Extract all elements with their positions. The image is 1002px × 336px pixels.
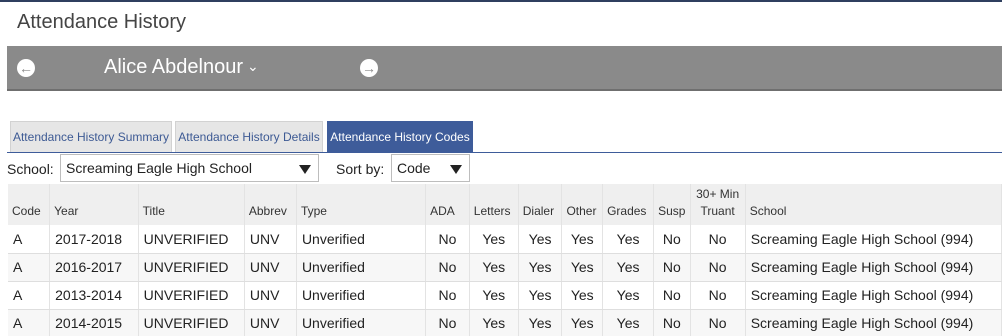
cell-grades: Yes xyxy=(602,281,655,310)
cell-abbrev: UNV xyxy=(244,309,297,336)
cell-title: UNVERIFIED xyxy=(138,253,245,282)
cell-truant: No xyxy=(690,225,746,254)
cell-truant: No xyxy=(690,253,746,282)
cell-code: A xyxy=(8,253,51,282)
table-body: A 2017-2018 UNVERIFIED UNV Unverified No Yes Ye… xyxy=(8,225,1002,336)
col-header-other[interactable]: Other xyxy=(561,184,604,225)
col-header-truant[interactable]: 30+ Min Truant xyxy=(690,184,746,225)
cell-dialer: Yes xyxy=(518,309,563,336)
col-header-abbrev[interactable]: Abbrev xyxy=(244,184,297,225)
cell-code: A xyxy=(8,309,51,336)
cell-susp: No xyxy=(653,281,691,310)
cell-year: 2014-2015 xyxy=(49,309,139,336)
cell-abbrev: UNV xyxy=(244,281,297,310)
sort-label: Sort by: xyxy=(336,161,385,177)
cell-susp: No xyxy=(653,225,691,254)
cell-school: Screaming Eagle High School (994) xyxy=(745,253,1002,282)
cell-grades: Yes xyxy=(602,309,655,336)
cell-dialer: Yes xyxy=(518,281,563,310)
col-header-ada[interactable]: ADA xyxy=(425,184,470,225)
tab-attendance-history-details[interactable]: Attendance History Details xyxy=(175,121,323,152)
cell-other: Yes xyxy=(561,281,604,310)
chevron-down-icon: ⌄ xyxy=(246,58,259,74)
truant-header-line2: Truant xyxy=(700,204,735,218)
col-header-year[interactable]: Year xyxy=(49,184,139,225)
cell-school: Screaming Eagle High School (994) xyxy=(745,281,1002,310)
school-select[interactable]: Screaming Eagle High School xyxy=(60,154,319,182)
cell-ada: No xyxy=(425,253,470,282)
table-row[interactable]: A 2013-2014 UNVERIFIED UNV Unverified No Yes Ye… xyxy=(8,281,1002,310)
table-row[interactable]: A 2014-2015 UNVERIFIED UNV Unverified No Yes Ye… xyxy=(8,309,1002,336)
cell-ada: No xyxy=(425,225,470,254)
student-name: Alice Abdelnour xyxy=(104,56,243,78)
caret-down-icon xyxy=(299,165,311,174)
tab-attendance-history-codes[interactable]: Attendance History Codes xyxy=(327,121,473,152)
sort-select[interactable]: Code xyxy=(391,154,470,182)
col-header-school[interactable]: School xyxy=(745,184,1002,225)
cell-year: 2017-2018 xyxy=(49,225,139,254)
cell-ada: No xyxy=(425,309,470,336)
table-header-row: Code Year Title Abbrev Type ADA Letters … xyxy=(8,184,1002,225)
arrow-left-circle-icon[interactable]: ← xyxy=(17,59,35,77)
school-select-value: Screaming Eagle High School xyxy=(66,160,252,176)
caret-down-icon xyxy=(450,165,462,174)
cell-type: Unverified xyxy=(296,253,427,282)
cell-year: 2013-2014 xyxy=(49,281,139,310)
table-row[interactable]: A 2017-2018 UNVERIFIED UNV Unverified No Yes Ye… xyxy=(8,225,1002,254)
cell-grades: Yes xyxy=(602,253,655,282)
col-header-code[interactable]: Code xyxy=(8,184,51,225)
student-selector[interactable]: Alice Abdelnour ⌄ xyxy=(104,56,259,79)
col-header-type[interactable]: Type xyxy=(296,184,427,225)
truant-header-line1: 30+ Min xyxy=(696,187,740,201)
student-bar: ← Alice Abdelnour ⌄ → xyxy=(7,46,1002,91)
cell-ada: No xyxy=(425,281,470,310)
cell-abbrev: UNV xyxy=(244,225,297,254)
cell-title: UNVERIFIED xyxy=(138,309,245,336)
cell-type: Unverified xyxy=(296,281,427,310)
cell-abbrev: UNV xyxy=(244,253,297,282)
cell-grades: Yes xyxy=(602,225,655,254)
cell-susp: No xyxy=(653,253,691,282)
cell-other: Yes xyxy=(561,309,604,336)
cell-letters: Yes xyxy=(469,281,519,310)
cell-truant: No xyxy=(690,281,746,310)
col-header-letters[interactable]: Letters xyxy=(469,184,519,225)
cell-title: UNVERIFIED xyxy=(138,281,245,310)
cell-type: Unverified xyxy=(296,225,427,254)
cell-dialer: Yes xyxy=(518,225,563,254)
col-header-grades[interactable]: Grades xyxy=(602,184,655,225)
top-rule xyxy=(0,0,1002,2)
cell-code: A xyxy=(8,225,51,254)
cell-susp: No xyxy=(653,309,691,336)
school-label: School: xyxy=(7,161,54,177)
cell-school: Screaming Eagle High School (994) xyxy=(745,225,1002,254)
cell-letters: Yes xyxy=(469,225,519,254)
page-title: Attendance History xyxy=(17,11,186,33)
col-header-title[interactable]: Title xyxy=(138,184,245,225)
cell-school: Screaming Eagle High School (994) xyxy=(745,309,1002,336)
cell-dialer: Yes xyxy=(518,253,563,282)
cell-type: Unverified xyxy=(296,309,427,336)
filter-row: School: Screaming Eagle High School Sort… xyxy=(7,154,997,182)
cell-title: UNVERIFIED xyxy=(138,225,245,254)
cell-truant: No xyxy=(690,309,746,336)
table-row[interactable]: A 2016-2017 UNVERIFIED UNV Unverified No Yes Ye… xyxy=(8,253,1002,282)
cell-year: 2016-2017 xyxy=(49,253,139,282)
cell-letters: Yes xyxy=(469,309,519,336)
col-header-dialer[interactable]: Dialer xyxy=(518,184,563,225)
tab-attendance-history-summary[interactable]: Attendance History Summary xyxy=(10,121,172,152)
cell-other: Yes xyxy=(561,225,604,254)
cell-other: Yes xyxy=(561,253,604,282)
cell-letters: Yes xyxy=(469,253,519,282)
tab-underline xyxy=(7,152,1002,153)
col-header-susp[interactable]: Susp xyxy=(653,184,691,225)
cell-code: A xyxy=(8,281,51,310)
sort-select-value: Code xyxy=(397,160,431,176)
arrow-right-circle-icon[interactable]: → xyxy=(360,59,378,77)
attendance-codes-table: Code Year Title Abbrev Type ADA Letters … xyxy=(8,184,1002,336)
